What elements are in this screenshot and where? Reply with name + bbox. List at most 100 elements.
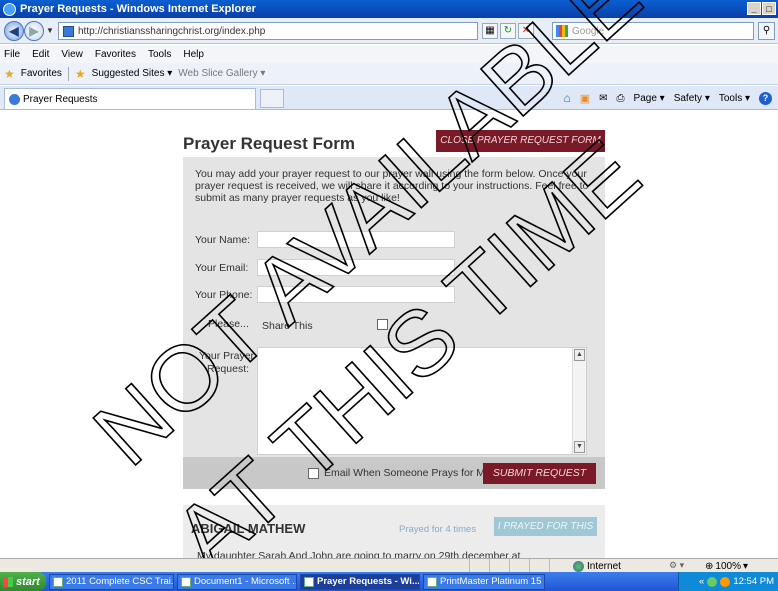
taskbar-item-csc[interactable]: 2011 Complete CSC Trai... xyxy=(49,573,174,590)
tray-expand-icon[interactable]: « xyxy=(699,576,704,587)
email-field[interactable] xyxy=(257,259,455,276)
search-placeholder: Google xyxy=(572,25,605,37)
prayer-card: ABIGAIL MATHEW Prayed for 4 times I PRAY… xyxy=(183,505,605,558)
scroll-down-icon[interactable]: ▼ xyxy=(574,441,585,453)
help-icon[interactable]: ? xyxy=(759,91,772,105)
menu-edit[interactable]: Edit xyxy=(32,49,49,60)
clock: 12:54 PM xyxy=(733,576,774,587)
ie-logo-icon xyxy=(3,2,16,16)
stop-icon[interactable]: ✕ xyxy=(518,23,534,39)
status-segment xyxy=(510,559,530,573)
word-doc-icon xyxy=(181,576,191,587)
forward-button[interactable]: ▶ xyxy=(24,21,44,41)
taskbar-item-printmaster[interactable]: PrintMaster Platinum 15 -... xyxy=(423,573,545,590)
back-button[interactable]: ◀ xyxy=(4,21,24,41)
tab-bar: Prayer Requests ⌂ ▣ ✉ ⎙ Page ▾ Safety ▾ … xyxy=(0,86,778,110)
form-title: Prayer Request Form xyxy=(183,134,355,153)
menu-tools[interactable]: Tools xyxy=(148,49,171,60)
form-body: You may add your prayer request to our p… xyxy=(183,157,605,457)
prayer-author: ABIGAIL MATHEW xyxy=(191,521,306,536)
minimize-button[interactable]: _ xyxy=(747,2,761,15)
address-bar: ◀ ▶ ▼ http://christianssharingchrist.org… xyxy=(0,18,778,44)
close-form-button[interactable]: CLOSE PRAYER REQUEST FORM xyxy=(436,130,605,152)
word-doc-icon xyxy=(53,576,63,587)
name-label: Your Name: xyxy=(195,234,251,246)
email-notify-checkbox[interactable] xyxy=(308,468,319,479)
add-favorite-icon[interactable]: ★ xyxy=(75,67,86,81)
web-slice-gallery-link[interactable]: Web Slice Gallery ▾ xyxy=(178,68,265,79)
favorites-bar: ★ Favorites ★ Suggested Sites ▾ Web Slic… xyxy=(0,63,778,85)
prayer-text: My daughter Sarah And John are going to … xyxy=(197,550,521,558)
print-icon[interactable]: ⎙ xyxy=(617,93,625,104)
taskbar-item-prayer-requests[interactable]: Prayer Requests - Wi... xyxy=(300,573,420,590)
safety-menu[interactable]: Safety ▾ xyxy=(674,93,710,104)
email-notify-label: Email When Someone Prays for Me xyxy=(324,467,491,479)
submit-request-button[interactable]: SUBMIT REQUEST xyxy=(483,463,596,484)
share-checkbox[interactable] xyxy=(377,319,388,330)
textarea-scrollbar[interactable]: ▲ ▼ xyxy=(572,348,586,454)
address-tools: ▦ ↻ ✕ xyxy=(482,23,534,39)
google-logo-icon xyxy=(556,25,568,37)
scroll-up-icon[interactable]: ▲ xyxy=(574,349,585,361)
form-header: Prayer Request Form CLOSE PRAYER REQUEST… xyxy=(183,127,605,157)
menu-bar: File Edit View Favorites Tools Help xyxy=(0,45,778,63)
printmaster-icon xyxy=(427,576,437,587)
search-input[interactable]: Google xyxy=(552,22,754,40)
menu-view[interactable]: View xyxy=(61,49,83,60)
tab-page-icon xyxy=(9,93,20,105)
suggested-sites-link[interactable]: Suggested Sites ▾ xyxy=(92,68,173,79)
prayer-request-form: Prayer Request Form CLOSE PRAYER REQUEST… xyxy=(183,127,605,558)
zoom-control[interactable]: ⊕ 100% ▾ xyxy=(705,559,748,573)
taskbar-item-label: Document1 - Microsoft ... xyxy=(194,576,297,587)
prayer-request-textarea[interactable]: ▲ ▼ xyxy=(257,347,587,455)
page-content: Prayer Request Form CLOSE PRAYER REQUEST… xyxy=(0,111,778,558)
new-tab-button[interactable] xyxy=(260,89,284,108)
menu-file[interactable]: File xyxy=(4,49,20,60)
please-label: Please... xyxy=(208,318,249,330)
maximize-button[interactable]: □ xyxy=(762,2,776,15)
phone-field[interactable] xyxy=(257,286,455,303)
taskbar-item-document1[interactable]: Document1 - Microsoft ... xyxy=(177,573,297,590)
refresh-icon[interactable]: ↻ xyxy=(500,23,516,39)
favorites-button[interactable]: Favorites xyxy=(21,68,62,79)
history-dropdown-icon[interactable]: ▼ xyxy=(46,26,54,35)
start-label: start xyxy=(16,575,40,588)
url-text: http://christianssharingchrist.org/index… xyxy=(78,25,266,37)
read-mail-icon[interactable]: ✉ xyxy=(599,93,607,104)
internet-globe-icon xyxy=(573,560,584,572)
tray-update-icon[interactable] xyxy=(720,576,731,587)
home-icon[interactable]: ⌂ xyxy=(563,91,570,105)
i-prayed-button[interactable]: I PRAYED FOR THIS xyxy=(494,517,597,536)
favorites-star-icon: ★ xyxy=(4,66,15,81)
windows-flag-icon xyxy=(3,576,13,587)
zoom-icon: ⊕ xyxy=(705,560,714,572)
status-bar: Internet ⚙ ▾ ⊕ 100% ▾ xyxy=(0,558,778,573)
tab-prayer-requests[interactable]: Prayer Requests xyxy=(4,88,256,109)
email-label: Your Email: xyxy=(195,262,249,274)
url-input[interactable]: http://christianssharingchrist.org/index… xyxy=(58,22,478,40)
protected-mode-icon[interactable]: ⚙ ▾ xyxy=(669,560,684,571)
page-menu[interactable]: Page ▾ xyxy=(634,93,665,104)
taskbar-item-label: PrintMaster Platinum 15 -... xyxy=(440,576,545,587)
search-icon[interactable]: ⚲ xyxy=(758,22,775,40)
taskbar: start 2011 Complete CSC Trai... Document… xyxy=(0,572,778,591)
submit-bar: Email When Someone Prays for Me SUBMIT R… xyxy=(183,457,605,489)
status-text-area xyxy=(0,559,470,573)
menu-favorites[interactable]: Favorites xyxy=(95,49,136,60)
tray-network-icon[interactable] xyxy=(707,576,718,587)
security-zone[interactable]: Internet xyxy=(573,559,621,573)
start-button[interactable]: start xyxy=(0,572,46,591)
menu-help[interactable]: Help xyxy=(183,49,204,60)
window-title-bar[interactable]: Prayer Requests - Windows Internet Explo… xyxy=(0,0,778,18)
zone-label: Internet xyxy=(587,560,621,572)
window-title: Prayer Requests - Windows Internet Explo… xyxy=(20,3,256,15)
tools-menu[interactable]: Tools ▾ xyxy=(719,93,750,104)
feeds-icon[interactable]: ▣ xyxy=(580,92,590,105)
ie-icon xyxy=(304,576,314,587)
name-field[interactable] xyxy=(257,231,455,248)
system-tray: « 12:54 PM xyxy=(678,572,778,591)
zoom-dropdown-icon: ▾ xyxy=(742,560,748,572)
request-label-line1: Your Prayer xyxy=(199,350,255,362)
compatibility-icon[interactable]: ▦ xyxy=(482,23,498,39)
divider xyxy=(67,66,69,81)
